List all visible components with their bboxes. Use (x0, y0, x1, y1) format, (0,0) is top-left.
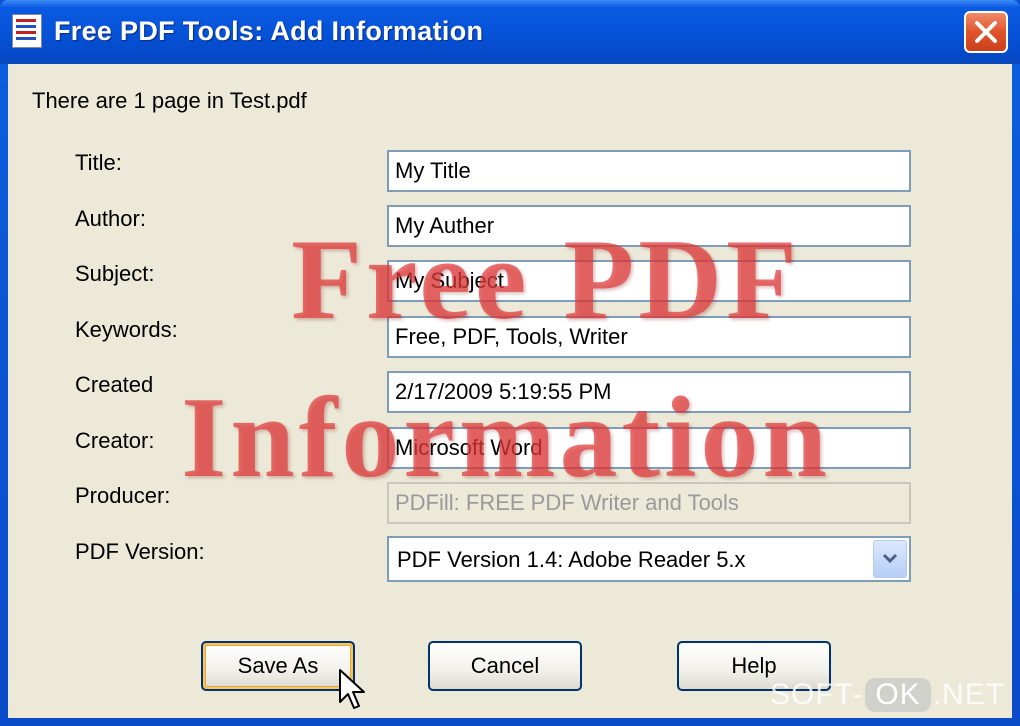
producer-input (387, 482, 911, 524)
site-watermark-prefix: SOFT- (770, 678, 864, 711)
dialog-window: Free PDF Tools: Add Information There ar… (0, 0, 1020, 726)
subject-input[interactable] (387, 260, 911, 302)
dialog-client-area: There are 1 page in Test.pdf Title: Auth… (8, 64, 1012, 718)
created-label: Created (75, 372, 154, 397)
keywords-label: Keywords: (75, 317, 178, 342)
pdf-version-value: PDF Version 1.4: Adobe Reader 5.x (397, 547, 746, 572)
close-icon (975, 21, 997, 43)
title-label: Title: (75, 150, 122, 175)
title-input[interactable] (387, 150, 911, 192)
creator-input[interactable] (387, 427, 911, 469)
cancel-button[interactable]: Cancel (428, 641, 582, 691)
save-as-button[interactable]: Save As (201, 641, 355, 691)
title-bar[interactable]: Free PDF Tools: Add Information (0, 0, 1020, 64)
site-watermark-ok: OK (865, 678, 931, 712)
dropdown-arrow-button[interactable] (873, 540, 907, 578)
site-watermark-suffix: .NET (932, 678, 1006, 711)
pdf-version-label: PDF Version: (75, 539, 205, 564)
producer-label: Producer: (75, 483, 171, 508)
subject-label: Subject: (75, 261, 155, 286)
window-title: Free PDF Tools: Add Information (54, 16, 484, 46)
author-input[interactable] (387, 205, 911, 247)
page-count-info: There are 1 page in Test.pdf (32, 88, 307, 113)
pdf-version-select[interactable]: PDF Version 1.4: Adobe Reader 5.x (387, 536, 911, 582)
creator-label: Creator: (75, 428, 155, 453)
chevron-down-icon (882, 553, 898, 564)
keywords-input[interactable] (387, 316, 911, 358)
close-button[interactable] (964, 11, 1008, 53)
created-input[interactable] (387, 371, 911, 413)
site-watermark: SOFT- OK .NET (770, 678, 1005, 712)
author-label: Author: (75, 206, 146, 231)
pdf-file-icon (12, 14, 42, 48)
